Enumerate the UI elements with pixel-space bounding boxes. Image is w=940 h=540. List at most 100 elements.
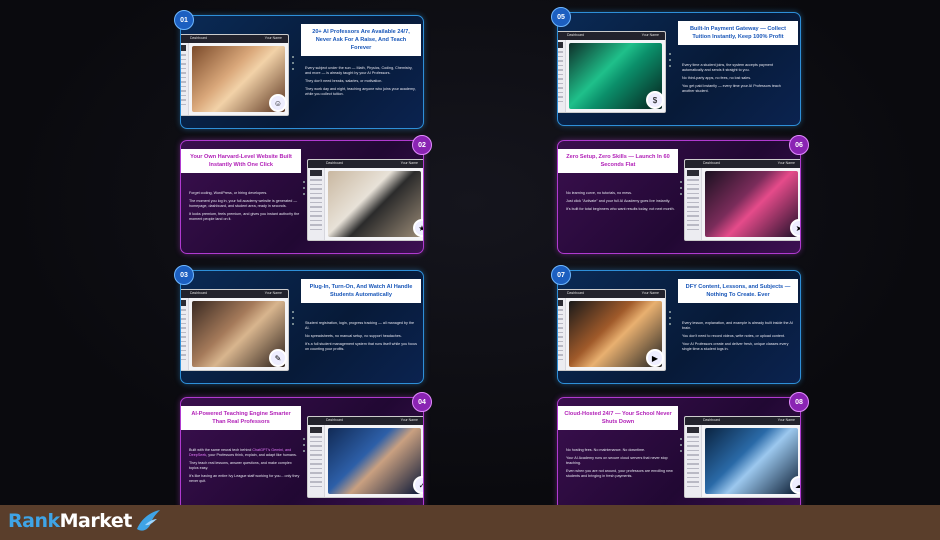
card-paragraph: No hosting fees. No maintenance. No down… <box>566 448 646 452</box>
card-description: Forget coding, WordPress, or hiring deve… <box>189 191 301 225</box>
app-title: Dashboard <box>190 291 208 295</box>
dot-indicators <box>292 311 295 329</box>
feature-card: Dashboard Your Name ✎ Plug-In, Turn-On, And… <box>180 270 424 384</box>
user-name: Your Name <box>264 291 282 295</box>
card-headline: Plug-In, Turn-On, And Watch AI Handle St… <box>301 279 421 304</box>
video-icon: ▶ <box>646 349 664 367</box>
dot-indicators <box>680 438 683 456</box>
card-paragraph: They teach real lessons, answer question… <box>189 460 292 470</box>
feature-card: Dashboard Your Name ➤ Zero Setup, Zero Skil… <box>557 140 801 254</box>
card-paragraph: It's like having an entire Ivy League st… <box>189 473 300 483</box>
sidebar <box>308 425 325 497</box>
app-title: Dashboard <box>567 291 585 295</box>
card-paragraph: Student registration, login, progress tr… <box>305 321 415 330</box>
app-title: Dashboard <box>326 418 344 422</box>
card-number-badge: 07 <box>551 265 571 285</box>
card-paragraph: You don't need to record videos, write n… <box>682 333 786 338</box>
card-paragraph: They don't need breaks, salaries, or mot… <box>305 78 383 83</box>
brand-logo[interactable]: RankMarket <box>8 510 132 532</box>
card-headline: 20+ AI Professors Are Available 24/7, Ne… <box>301 24 421 57</box>
sidebar <box>308 168 325 240</box>
card-paragraph: Every subject under the sun — Math, Phys… <box>305 66 413 75</box>
dashboard-screenshot: Dashboard Your Name <box>684 159 800 241</box>
sidebar <box>685 425 702 497</box>
dot-indicators <box>680 181 683 199</box>
footer-bar: RankMarket <box>0 505 940 540</box>
dashboard-screenshot: Dashboard Your Name <box>307 416 423 498</box>
card-paragraph: Every time a student joins, the system a… <box>682 63 773 72</box>
card-headline: Built-In Payment Gateway — Collect Tuiti… <box>678 21 798 46</box>
card-headline: Your Own Harvard-Level Website Built Ins… <box>181 149 301 174</box>
feature-photo <box>328 428 421 494</box>
card-paragraph: Forget coding, WordPress, or hiring deve… <box>189 191 268 195</box>
card-paragraph: The moment you log in, your full academy… <box>189 198 298 208</box>
card-description: No learning curve, no tutorials, no mess… <box>566 191 678 215</box>
dot-indicators <box>292 56 295 74</box>
feature-card: Dashboard Your Name ☺ 20+ AI Professors Are… <box>180 15 424 129</box>
card-paragraph: Built with the same neural tech behind C… <box>189 448 297 457</box>
user-name: Your Name <box>777 161 795 165</box>
card-description: Every subject under the sun — Math, Phys… <box>305 66 417 100</box>
graduation-icon: ✓ <box>413 476 423 494</box>
money-icon: $ <box>646 91 664 109</box>
app-title: Dashboard <box>703 161 721 165</box>
card-paragraph: It's a full student management system th… <box>305 341 417 351</box>
user-name: Your Name <box>264 36 282 40</box>
card-number-badge: 08 <box>789 392 809 412</box>
feature-card: Dashboard Your Name ☁ Cloud-Hosted 24/7 — Y… <box>557 397 801 511</box>
card-paragraph: It's built for total beginners who want … <box>566 206 675 211</box>
user-name: Your Name <box>641 33 659 37</box>
dashboard-screenshot: Dashboard Your Name <box>684 416 800 498</box>
cloud-icon: ☁ <box>790 476 800 494</box>
feature-card: Dashboard Your Name ★ Your Own Harvard-Leve… <box>180 140 424 254</box>
user-name: Your Name <box>400 161 418 165</box>
card-paragraph: You get paid instantly — every time your… <box>682 83 781 93</box>
card-description: No hosting fees. No maintenance. No down… <box>566 448 678 482</box>
card-number-badge: 03 <box>174 265 194 285</box>
card-paragraph: Every lesson, explanation, and example i… <box>682 321 793 330</box>
card-paragraph: No spreadsheets, no manual setup, no sup… <box>305 333 402 338</box>
card-headline: Zero Setup, Zero Skills — Launch In 60 S… <box>558 149 678 174</box>
sidebar <box>558 40 566 112</box>
feature-photo <box>705 428 798 494</box>
teacher-avatar-icon: ☺ <box>269 94 287 112</box>
card-headline: DFY Content, Lessons, and Subjects — Not… <box>678 279 798 304</box>
card-paragraph: No third-party apps, no fees, no lost sa… <box>682 75 752 80</box>
card-paragraph: No learning curve, no tutorials, no mess… <box>566 191 632 195</box>
user-name: Your Name <box>400 418 418 422</box>
card-paragraph: Just click "Activate" and your full AI A… <box>566 198 671 203</box>
app-title: Dashboard <box>326 161 344 165</box>
card-number-badge: 01 <box>174 10 194 30</box>
card-number-badge: 05 <box>551 7 571 27</box>
rocket-icon: ➤ <box>790 219 800 237</box>
dot-indicators <box>303 181 306 199</box>
app-title: Dashboard <box>567 33 585 37</box>
dashboard-screenshot: Dashboard Your Name <box>307 159 423 241</box>
bird-logo-icon <box>137 510 160 531</box>
feature-card: Dashboard Your Name $ Built-In Payment Gate… <box>557 12 801 126</box>
card-headline: AI-Powered Teaching Engine Smarter Than … <box>181 406 301 431</box>
feature-card: Dashboard Your Name ▶ DFY Content, Lessons,… <box>557 270 801 384</box>
card-number-badge: 06 <box>789 135 809 155</box>
student-icon: ✎ <box>269 349 287 367</box>
sidebar <box>181 43 189 115</box>
user-name: Your Name <box>777 418 795 422</box>
card-paragraph: Your AI Academy runs on secure cloud ser… <box>566 455 668 465</box>
card-description: Built with the same neural tech behind C… <box>189 448 301 487</box>
card-paragraph: They work day and night, teaching anyone… <box>305 86 416 96</box>
sidebar <box>558 298 566 370</box>
dot-indicators <box>669 53 672 71</box>
sidebar <box>181 298 189 370</box>
card-description: Student registration, login, progress tr… <box>305 321 417 355</box>
card-paragraph: It looks premium, feels premium, and giv… <box>189 211 300 221</box>
app-title: Dashboard <box>703 418 721 422</box>
sidebar <box>685 168 702 240</box>
feature-photo <box>328 171 421 237</box>
card-headline: Cloud-Hosted 24/7 — Your School Never Sh… <box>558 406 678 431</box>
app-title: Dashboard <box>190 36 208 40</box>
dot-indicators <box>303 438 306 456</box>
card-number-badge: 04 <box>412 392 432 412</box>
website-icon: ★ <box>413 219 423 237</box>
card-description: Every time a student joins, the system a… <box>682 63 794 97</box>
user-name: Your Name <box>641 291 659 295</box>
